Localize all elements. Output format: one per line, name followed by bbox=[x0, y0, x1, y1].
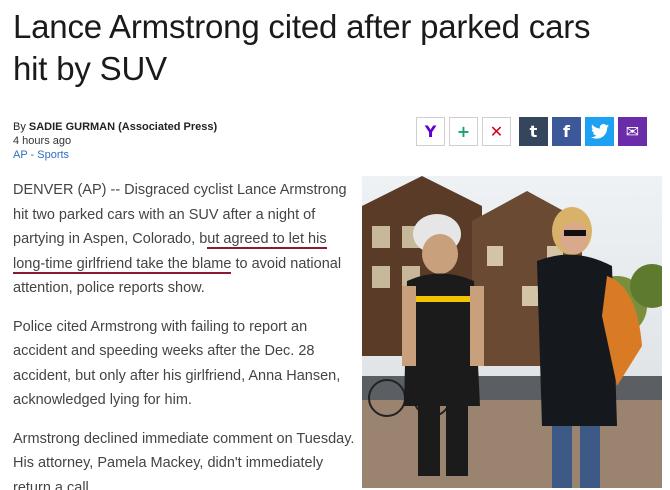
article-headline: Lance Armstrong cited after parked cars … bbox=[13, 8, 591, 87]
close-icon: ✕ bbox=[489, 122, 504, 141]
tumblr-icon: t bbox=[529, 122, 538, 141]
twitter-icon bbox=[590, 124, 609, 139]
plus-icon: + bbox=[456, 122, 471, 141]
article-photo[interactable] bbox=[362, 176, 662, 488]
author-line: By SADIE GURMAN (Associated Press) bbox=[13, 120, 217, 134]
yahoo-button[interactable]: Y bbox=[416, 117, 445, 146]
add-button[interactable]: + bbox=[449, 117, 478, 146]
twitter-button[interactable] bbox=[585, 117, 614, 146]
facebook-icon: f bbox=[563, 122, 570, 141]
mail-icon: ✉ bbox=[625, 122, 640, 141]
author-name[interactable]: SADIE GURMAN (Associated Press) bbox=[29, 121, 217, 133]
close-button[interactable]: ✕ bbox=[482, 117, 511, 146]
yahoo-icon: Y bbox=[424, 122, 437, 141]
tumblr-button[interactable]: t bbox=[519, 117, 548, 146]
paragraph-1: DENVER (AP) -- Disgraced cyclist Lance A… bbox=[13, 178, 355, 301]
paragraph-3: Armstrong declined immediate comment on … bbox=[13, 430, 355, 490]
article-body: DENVER (AP) -- Disgraced cyclist Lance A… bbox=[13, 178, 355, 490]
paragraph-2: Police cited Armstrong with failing to r… bbox=[13, 318, 341, 409]
timestamp: 4 hours ago bbox=[13, 135, 72, 147]
byline: By SADIE GURMAN (Associated Press) 4 hou… bbox=[13, 120, 217, 162]
photo-illustration bbox=[362, 176, 662, 488]
share-bar: Y + ✕ t f ✉ bbox=[416, 117, 647, 146]
byline-prefix: By bbox=[13, 121, 29, 133]
section-link[interactable]: AP - Sports bbox=[13, 148, 217, 162]
mail-button[interactable]: ✉ bbox=[618, 117, 647, 146]
facebook-button[interactable]: f bbox=[552, 117, 581, 146]
